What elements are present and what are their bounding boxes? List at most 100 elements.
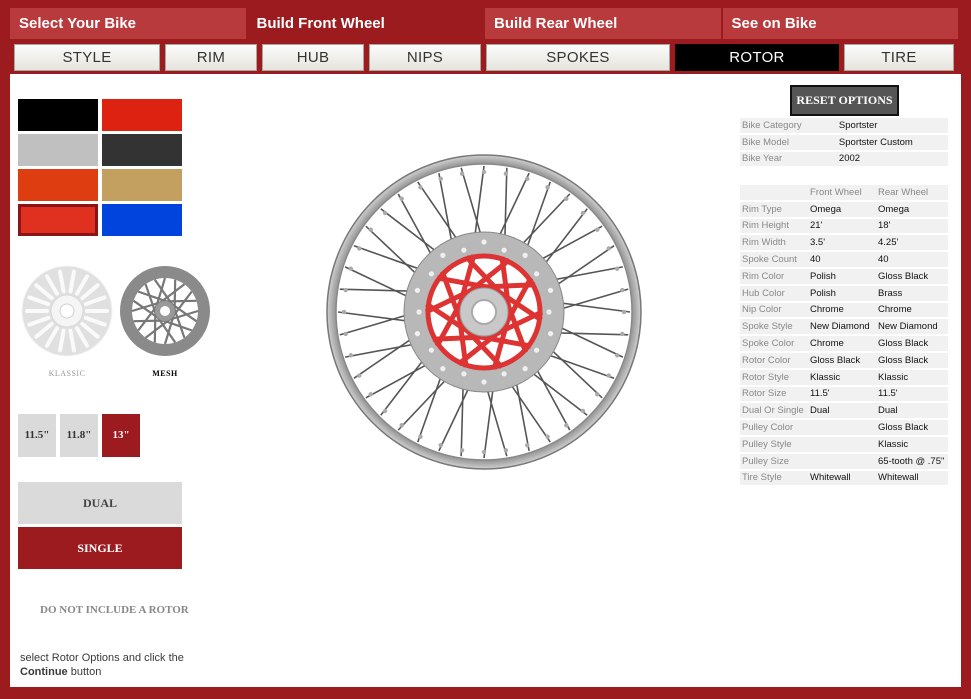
spec-row: Tire Style Whitewall Whitewall <box>740 470 948 486</box>
spec-row: Rim Type Omega Omega <box>740 201 948 217</box>
klassic-label: KLASSIC <box>48 369 86 378</box>
tab-nips[interactable]: NIPS <box>369 44 481 71</box>
color-swatch-silver[interactable] <box>18 134 98 166</box>
bike-info-row: Bike Category Sportster <box>740 118 948 133</box>
spec-value: Chrome <box>808 302 876 318</box>
spec-row: Hub Color Polish Brass <box>740 285 948 301</box>
rotor-size-11-8[interactable]: 11.8" <box>60 414 98 457</box>
spec-value: Gloss Black <box>808 352 876 368</box>
rotor-size-11-5[interactable]: 11.5" <box>18 414 56 457</box>
bike-info-table: Bike Category Sportster Bike Model Sportste… <box>740 116 948 168</box>
spec-value: 40 <box>808 252 876 267</box>
color-swatch-charcoal[interactable] <box>102 134 182 166</box>
spec-label: Rotor Color <box>740 352 808 368</box>
spec-label: Bike Year <box>740 151 837 167</box>
spec-value: Klassic <box>876 436 948 452</box>
spec-value: Gloss Black <box>876 336 948 351</box>
spec-label: Spoke Count <box>740 252 808 267</box>
tab-rim[interactable]: RIM <box>165 44 257 71</box>
mesh-label: MESH <box>152 369 178 378</box>
spec-value: Whitewall <box>808 470 876 486</box>
reset-options-button[interactable]: RESET OPTIONS <box>790 85 899 116</box>
spec-value: Whitewall <box>876 470 948 486</box>
spec-row: Nip Color Chrome Chrome <box>740 302 948 318</box>
rotor-style-mesh[interactable]: MESH <box>118 264 212 378</box>
spec-value: Polish <box>808 268 876 284</box>
tab-rotor[interactable]: ROTOR <box>675 44 839 71</box>
spec-value: New Diamond <box>876 319 948 335</box>
spec-row: Rotor Color Gloss Black Gloss Black <box>740 352 948 368</box>
spec-row: Rim Color Polish Gloss Black <box>740 268 948 284</box>
spec-value: 4.25' <box>876 235 948 251</box>
spec-label: Pulley Size <box>740 453 808 469</box>
spec-header-blank <box>740 185 808 200</box>
tab-hub[interactable]: HUB <box>262 44 364 71</box>
wheel-image <box>326 154 642 470</box>
spec-label: Pulley Color <box>740 420 808 435</box>
spec-header-rear: Rear Wheel <box>876 185 948 200</box>
dual-rotor-button[interactable]: DUAL <box>18 482 182 524</box>
color-swatch-red[interactable] <box>102 99 182 131</box>
spec-value: 65-tooth @ .75" <box>876 453 948 469</box>
spec-value: Klassic <box>876 369 948 385</box>
spec-row: Rim Height 21' 18' <box>740 218 948 234</box>
spec-row: Pulley Style Klassic <box>740 436 948 452</box>
spec-value: New Diamond <box>808 319 876 335</box>
color-swatch-bright-red[interactable] <box>18 204 98 236</box>
spec-label: Hub Color <box>740 285 808 301</box>
spec-row: Spoke Count 40 40 <box>740 252 948 267</box>
spec-value <box>808 420 876 435</box>
spec-label: Rotor Size <box>740 386 808 402</box>
spec-value: Dual <box>876 403 948 419</box>
tab-spokes[interactable]: SPOKES <box>486 44 670 71</box>
spec-label: Rim Color <box>740 268 808 284</box>
spec-row: Rotor Style Klassic Klassic <box>740 369 948 385</box>
spec-value: Sportster Custom <box>836 134 948 150</box>
color-swatch-blue[interactable] <box>102 204 182 236</box>
klassic-rotor-icon <box>21 265 113 357</box>
single-rotor-button[interactable]: SINGLE <box>18 527 182 569</box>
spec-label: Dual Or Single <box>740 403 808 419</box>
continue-word: Continue <box>20 666 68 678</box>
spec-value: Gloss Black <box>876 420 948 435</box>
rotor-style-klassic[interactable]: KLASSIC <box>20 264 114 378</box>
spec-value: Dual <box>808 403 876 419</box>
spec-value: Gloss Black <box>876 352 948 368</box>
spec-value: Chrome <box>808 336 876 351</box>
color-swatch-black[interactable] <box>18 99 98 131</box>
color-swatch-gold[interactable] <box>102 169 182 201</box>
spec-row: Pulley Size 65-tooth @ .75" <box>740 453 948 469</box>
bike-info-row: Bike Year 2002 <box>740 151 948 167</box>
spec-value: Polish <box>808 285 876 301</box>
spec-row: Pulley Color Gloss Black <box>740 420 948 435</box>
instructions: select Rotor Options and click the Conti… <box>20 651 220 679</box>
spec-value: 11.5' <box>808 386 876 402</box>
instructions-text: select Rotor Options and click the <box>20 652 184 664</box>
spec-row: Spoke Style New Diamond New Diamond <box>740 319 948 335</box>
spec-value: 18' <box>876 218 948 234</box>
tab-tire[interactable]: TIRE <box>844 44 954 71</box>
step-see-on-bike[interactable]: See on Bike <box>722 8 958 39</box>
step-build-rear-wheel[interactable]: Build Rear Wheel <box>485 8 721 39</box>
instructions-suffix: button <box>67 666 102 678</box>
spec-label: Spoke Style <box>740 319 808 335</box>
spec-value: Brass <box>876 285 948 301</box>
spec-value: Gloss Black <box>876 268 948 284</box>
tab-style[interactable]: STYLE <box>14 44 160 71</box>
rotor-size-13[interactable]: 13" <box>102 414 140 457</box>
spec-value: 40 <box>876 252 948 267</box>
spec-value: 21' <box>808 218 876 234</box>
step-select-bike[interactable]: Select Your Bike <box>10 8 246 39</box>
spec-value: 11.5' <box>876 386 948 402</box>
spec-label: Tire Style <box>740 470 808 486</box>
spec-label: Bike Model <box>740 134 837 150</box>
spec-label: Spoke Color <box>740 336 808 351</box>
no-rotor-link[interactable]: DO NOT INCLUDE A ROTOR <box>40 604 189 616</box>
color-swatch-orange[interactable] <box>18 169 98 201</box>
spec-value: Chrome <box>876 302 948 318</box>
spec-label: Rotor Style <box>740 369 808 385</box>
step-build-front-wheel[interactable]: Build Front Wheel <box>247 8 483 39</box>
spec-row: Rim Width 3.5' 4.25' <box>740 235 948 251</box>
spec-value <box>808 453 876 469</box>
spec-row: Spoke Color Chrome Gloss Black <box>740 336 948 351</box>
